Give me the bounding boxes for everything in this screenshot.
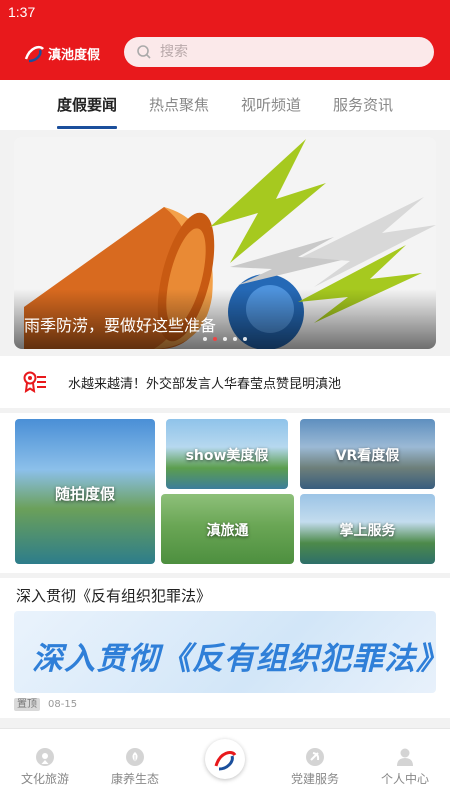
- tile-label: 掌上服务: [339, 523, 396, 539]
- pinned-badge: 置顶: [14, 698, 40, 711]
- app-logo-icon: [214, 751, 237, 771]
- carousel-dots: [203, 337, 247, 341]
- tile-label: 随拍度假: [54, 485, 115, 503]
- tile-label: 滇旅通: [206, 523, 249, 539]
- culture-icon: [36, 748, 54, 766]
- article-image[interactable]: 深入贯彻《反有组织犯罪法》: [14, 611, 436, 693]
- status-time: 1:37: [8, 4, 36, 20]
- logo-swirl-icon: [24, 45, 44, 63]
- tile-label: VR看度假: [335, 448, 400, 464]
- article-date: 08-15: [48, 699, 78, 710]
- feature-grid: 随拍度假 show美度假 VR看度假 滇旅通 掌上服务: [0, 413, 450, 573]
- carousel-dot[interactable]: [243, 337, 247, 341]
- article-card[interactable]: 深入贯彻《反有组织犯罪法》 深入贯彻《反有组织犯罪法》 置顶 08-15: [0, 578, 450, 718]
- nav-label: 康养生态: [110, 772, 159, 786]
- search-bar[interactable]: [124, 37, 434, 67]
- article-image-text: 深入贯彻《反有组织犯罪法》: [32, 641, 436, 677]
- tile-mobile-service[interactable]: 掌上服务: [300, 494, 435, 564]
- award-list-icon: [23, 371, 46, 393]
- category-tabs: 度假要闻 热点聚焦 视听频道 服务资讯: [0, 80, 450, 130]
- tile-dian-travel[interactable]: 滇旅通: [161, 494, 294, 564]
- carousel-dot[interactable]: [203, 337, 207, 341]
- party-emblem-icon: [306, 748, 324, 766]
- tab-news[interactable]: 度假要闻: [57, 94, 117, 115]
- tab-service-info[interactable]: 服务资讯: [333, 94, 393, 115]
- carousel-dot[interactable]: [233, 337, 237, 341]
- search-icon: [137, 45, 151, 59]
- tile-show-vacation[interactable]: show美度假: [166, 419, 288, 489]
- nav-profile[interactable]: 个人中心: [365, 729, 445, 800]
- news-headline[interactable]: 水越来越清！外交部发言人华春莹点赞昆明滇池: [68, 373, 341, 392]
- person-icon: [397, 748, 413, 766]
- active-tab-indicator: [57, 126, 117, 129]
- nav-culture-tourism[interactable]: 文化旅游: [5, 729, 85, 800]
- carousel-dot[interactable]: [223, 337, 227, 341]
- tile-label: show美度假: [185, 448, 269, 464]
- tab-av-channel[interactable]: 视听频道: [241, 94, 301, 115]
- tile-photo-vacation[interactable]: 随拍度假: [15, 419, 155, 564]
- logo-text: 滇池度假: [48, 47, 101, 63]
- nav-party-service[interactable]: 党建服务: [275, 729, 355, 800]
- nav-home-logo[interactable]: [205, 739, 245, 779]
- nav-label: 党建服务: [290, 772, 339, 786]
- tab-hot-topics[interactable]: 热点聚焦: [149, 94, 209, 115]
- app-header: 1:37 滇池度假: [0, 0, 450, 80]
- tile-vr-vacation[interactable]: VR看度假: [300, 419, 435, 489]
- bottom-nav: 文化旅游 康养生态 党建服务 个人中心: [0, 728, 450, 800]
- banner-carousel[interactable]: 雨季防涝，要做好这些准备: [14, 137, 436, 349]
- news-ticker[interactable]: 水越来越清！外交部发言人华春莹点赞昆明滇池: [0, 356, 450, 408]
- nav-label: 个人中心: [380, 772, 429, 786]
- nav-label: 文化旅游: [20, 772, 69, 786]
- article-title[interactable]: 深入贯彻《反有组织犯罪法》: [16, 585, 211, 606]
- app-logo[interactable]: 滇池度假: [22, 40, 102, 66]
- nav-wellness-ecology[interactable]: 康养生态: [95, 729, 175, 800]
- search-input[interactable]: [160, 44, 410, 60]
- carousel-dot-active[interactable]: [213, 337, 217, 341]
- banner-caption: 雨季防涝，要做好这些准备: [24, 316, 217, 335]
- leaf-icon: [126, 748, 144, 766]
